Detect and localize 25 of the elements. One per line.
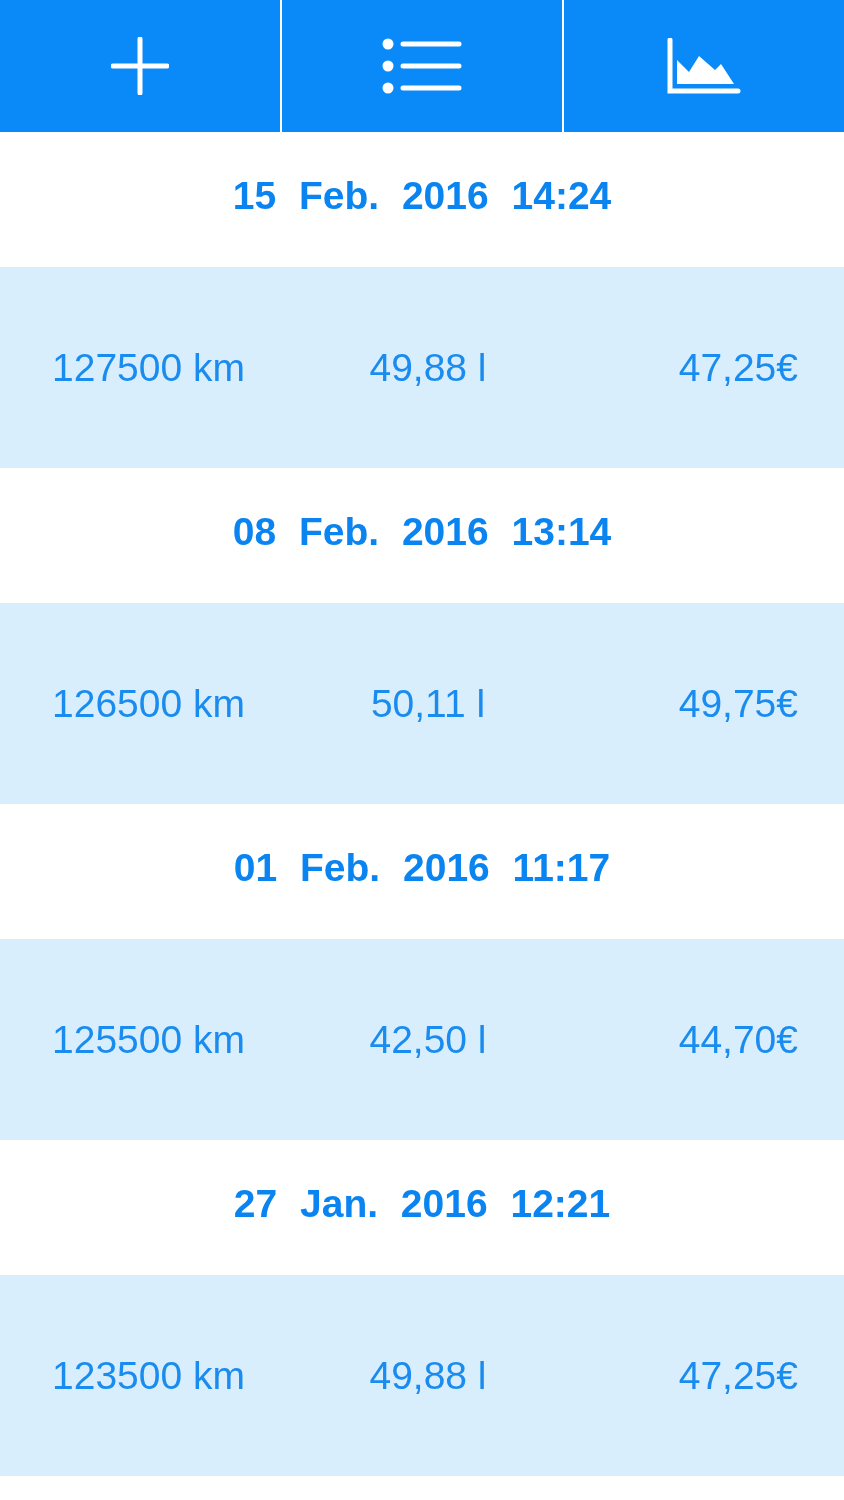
list-icon: [382, 38, 462, 94]
entry-row[interactable]: 127500 km 49,88 l 47,25€: [0, 267, 844, 468]
area-chart-button[interactable]: [564, 0, 844, 132]
cost: 49,75€: [677, 681, 799, 726]
fuel-volume: 42,50 l: [368, 1017, 488, 1062]
entry-row[interactable]: 126500 km 50,11 l 49,75€: [0, 603, 844, 804]
entry-date: 01 Feb. 2016 11:17: [233, 845, 611, 890]
fuel-volume: 49,88 l: [368, 1353, 488, 1398]
fuel-volume: 50,11 l: [369, 681, 487, 726]
distance: 123500 km: [51, 1353, 246, 1398]
list-button[interactable]: [282, 0, 562, 132]
cost: 44,70€: [677, 1017, 799, 1062]
cost: 47,25€: [677, 345, 799, 390]
entry-date: 08 Feb. 2016 13:14: [232, 509, 612, 554]
distance: 127500 km: [51, 345, 246, 390]
entry-row[interactable]: 123500 km 49,88 l 47,25€: [0, 1275, 844, 1476]
distance: 126500 km: [51, 681, 246, 726]
entry-row[interactable]: 125500 km 42,50 l 44,70€: [0, 939, 844, 1140]
entry-date: 15 Feb. 2016 14:24: [232, 173, 612, 218]
fuel-volume: 49,88 l: [368, 345, 488, 390]
area-chart-icon: [667, 38, 741, 94]
plus-icon: [111, 37, 169, 95]
entry-date: 27 Jan. 2016 12:21: [233, 1181, 611, 1226]
cost: 47,25€: [677, 1353, 799, 1398]
distance: 125500 km: [51, 1017, 246, 1062]
